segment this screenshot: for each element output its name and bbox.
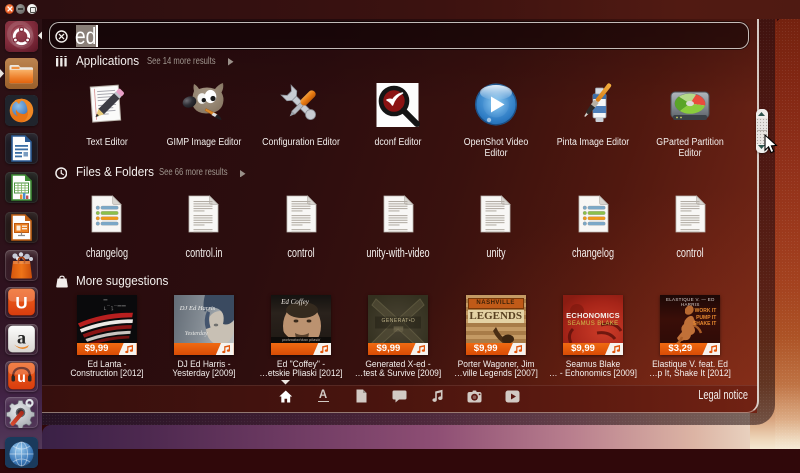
svg-text:a: a <box>17 328 26 348</box>
